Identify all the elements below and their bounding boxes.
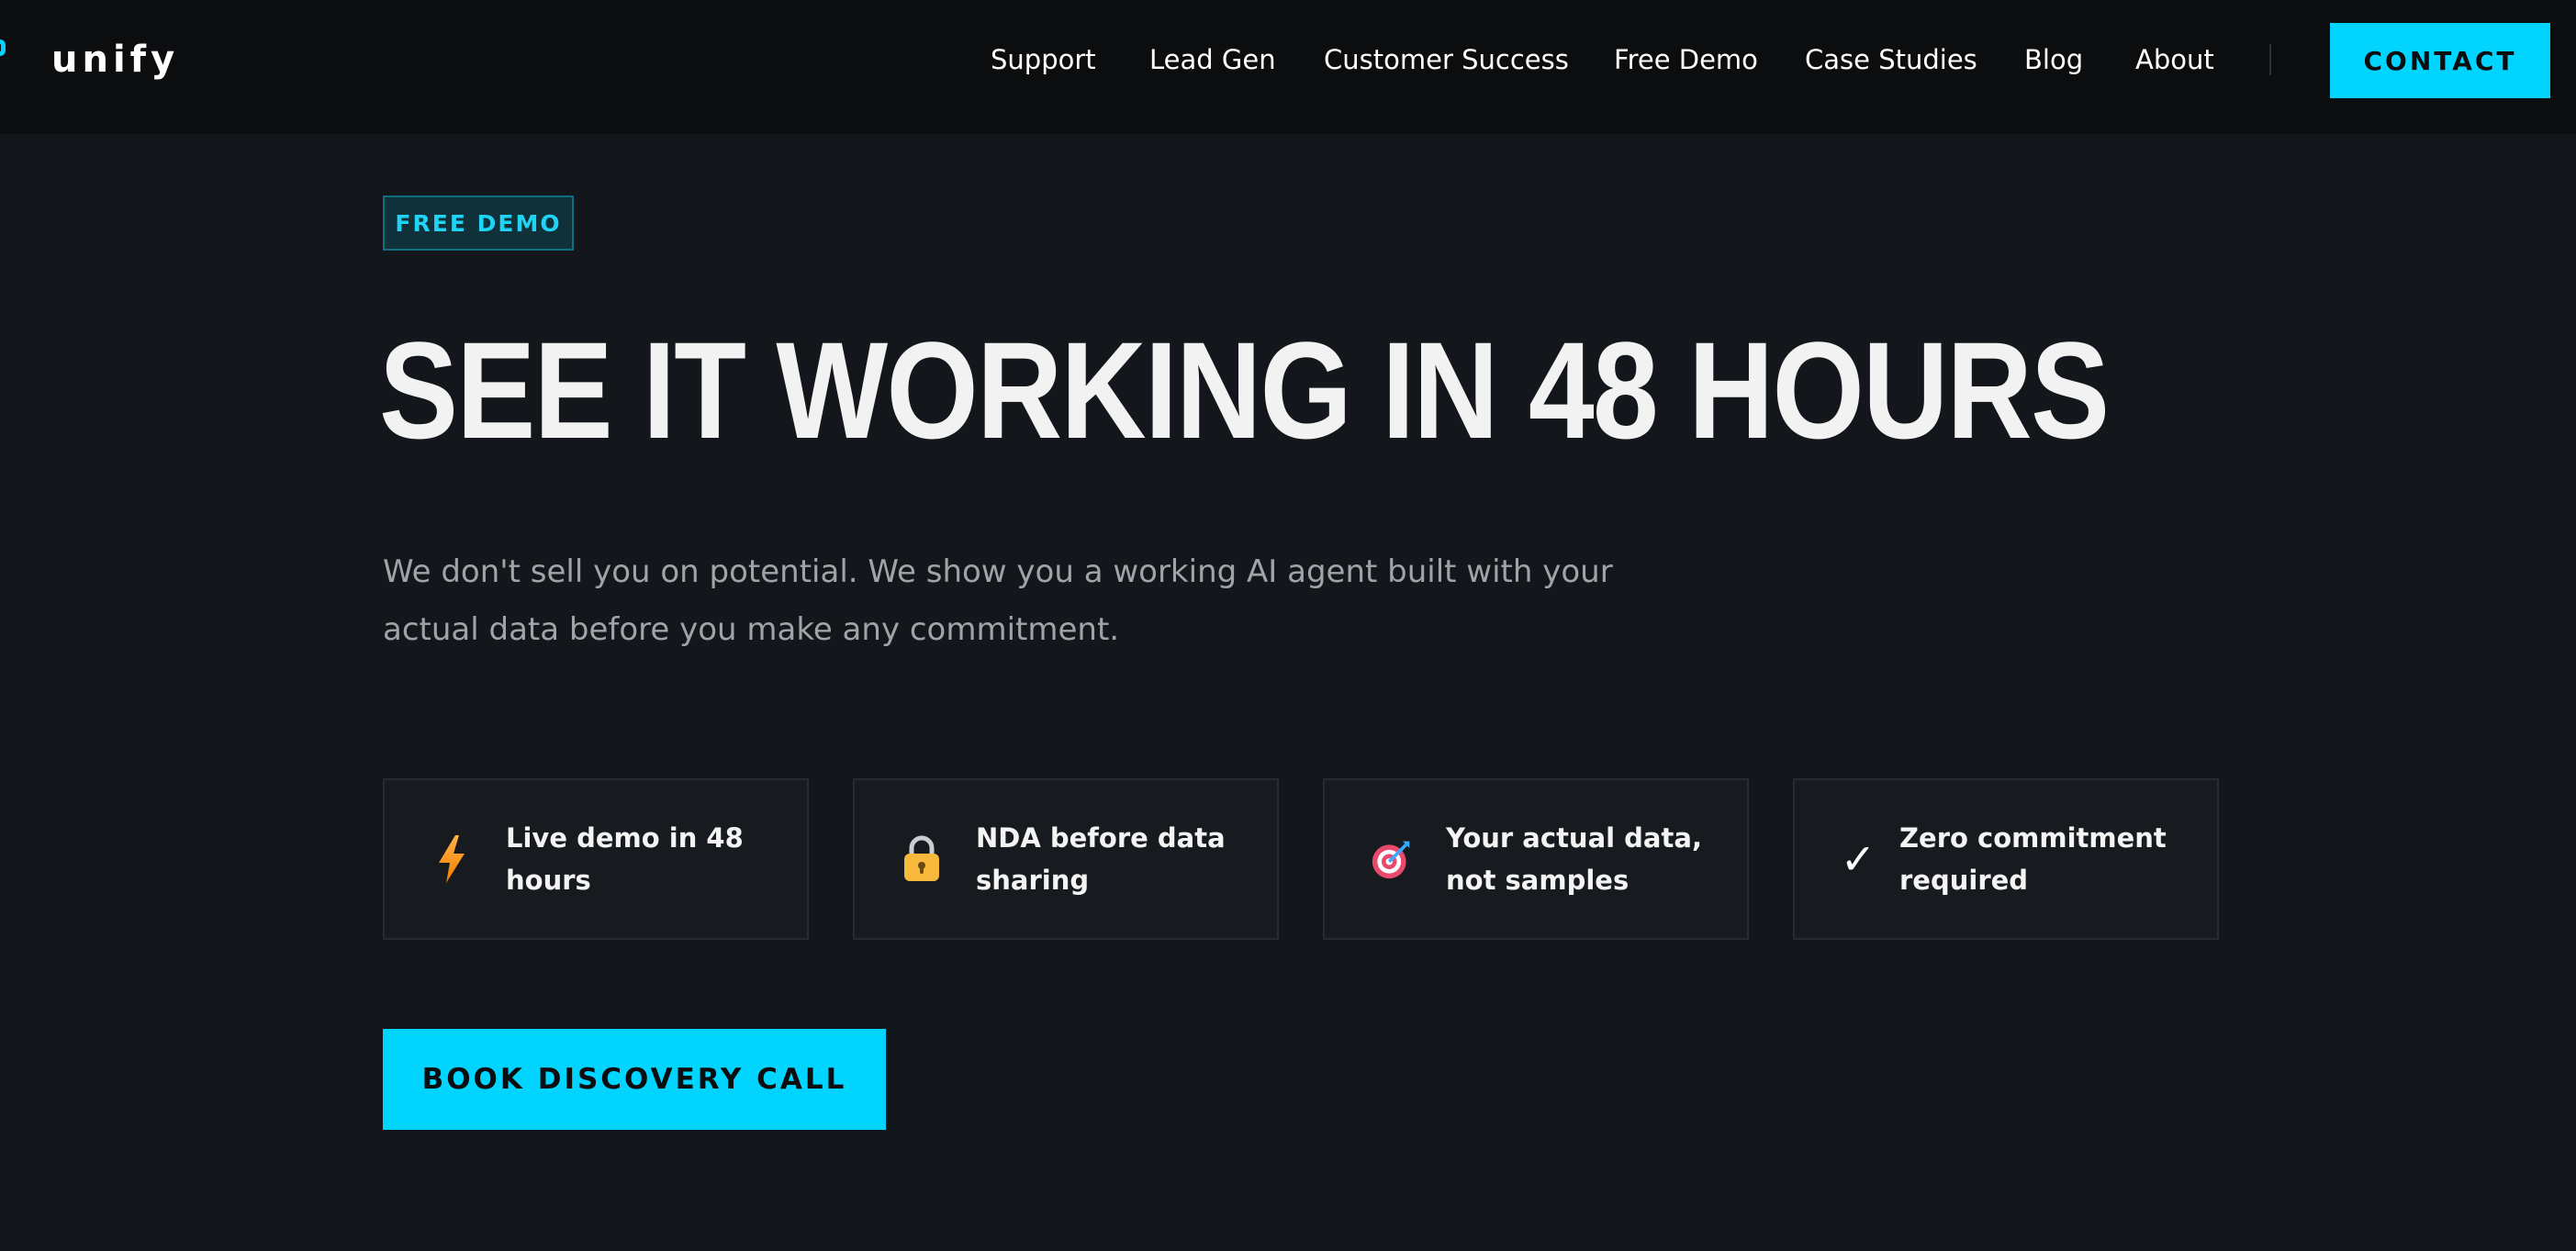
feature-card-zero-commitment: ✓ Zero commitment required — [1793, 778, 2219, 940]
target-icon — [1371, 833, 1413, 885]
feature-text: Zero commitment required — [1899, 817, 2193, 901]
nav-item-case-studies[interactable]: Case Studies — [1805, 44, 1977, 75]
contact-button[interactable]: CONTACT — [2330, 23, 2550, 98]
checkmark-glyph: ✓ — [1840, 834, 1876, 884]
feature-text-line-2: sharing — [976, 865, 1090, 896]
feature-list: Live demo in 48 hours NDA before data sh… — [383, 778, 2219, 940]
lock-icon — [901, 833, 943, 885]
feature-text: Live demo in 48 hours — [506, 817, 800, 901]
lightning-icon — [431, 833, 473, 885]
feature-text: Your actual data, not samples — [1446, 817, 1740, 901]
page: unify Support Lead Gen Customer Success … — [0, 0, 2576, 1251]
free-demo-badge: FREE DEMO — [383, 195, 574, 251]
nav-item-customer-success[interactable]: Customer Success — [1324, 44, 1569, 75]
nav-item-free-demo[interactable]: Free Demo — [1614, 44, 1758, 75]
nav-item-support[interactable]: Support — [991, 44, 1096, 75]
hero-title: SEE IT WORKING IN 48 HOURS — [379, 313, 2110, 467]
checkmark-icon: ✓ — [1841, 833, 1876, 885]
feature-card-nda: NDA before data sharing — [853, 778, 1279, 940]
feature-text: NDA before data sharing — [976, 817, 1270, 901]
hero-subtitle: We don't sell you on potential. We show … — [383, 543, 1668, 659]
site-header: unify Support Lead Gen Customer Success … — [0, 0, 2576, 134]
feature-text-line-2: hours — [506, 865, 591, 896]
logo[interactable]: unify — [0, 31, 179, 88]
nav-item-lead-gen[interactable]: Lead Gen — [1149, 44, 1276, 75]
nav-item-blog[interactable]: Blog — [2024, 44, 2083, 75]
hero-subtitle-line-2: actual data before you make any commitme… — [383, 611, 1120, 648]
feature-text-line-2: not samples — [1446, 865, 1630, 896]
book-discovery-call-button[interactable]: BOOK DISCOVERY CALL — [383, 1029, 886, 1130]
nav-divider — [2269, 44, 2271, 75]
feature-card-actual-data: Your actual data, not samples — [1323, 778, 1749, 940]
hero-subtitle-line-1: We don't sell you on potential. We show … — [383, 553, 1613, 590]
feature-text-line-2: required — [1899, 865, 2029, 896]
feature-text-line-1: Your actual data, — [1446, 822, 1702, 854]
feature-text-line-1: NDA before data — [976, 822, 1226, 854]
nav-item-about[interactable]: About — [2135, 44, 2214, 75]
feature-text-line-1: Zero commitment — [1899, 822, 2167, 854]
feature-text-line-1: Live demo in 48 — [506, 822, 744, 854]
logo-text: unify — [51, 39, 180, 81]
logo-mark-icon — [0, 39, 6, 56]
feature-card-live-demo: Live demo in 48 hours — [383, 778, 809, 940]
